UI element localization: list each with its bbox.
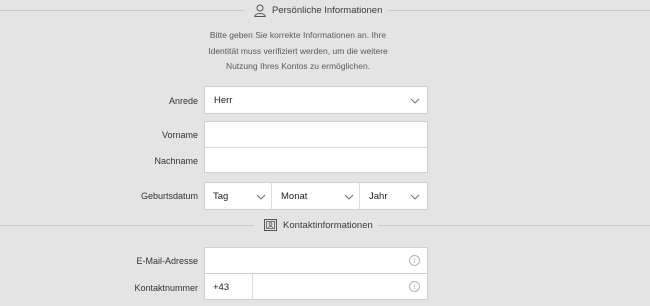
- birthdate-month-select[interactable]: Monat: [272, 183, 360, 209]
- email-field[interactable]: i: [204, 247, 428, 274]
- birthdate-group: Tag Monat Jahr: [204, 182, 428, 210]
- contact-card-icon: [264, 219, 277, 231]
- birthdate-day-select[interactable]: Tag: [205, 183, 272, 209]
- section-personal-header: Persönliche Informationen: [0, 0, 650, 20]
- birthdate-year-value: Jahr: [369, 191, 388, 202]
- phone-field-group: +43 i: [204, 273, 428, 300]
- intro-line-1: Bitte geben Sie korrekte Informationen a…: [209, 30, 387, 40]
- phone-number-field[interactable]: [253, 274, 427, 299]
- birthdate-label: Geburtsdatum: [140, 191, 198, 201]
- person-icon: [254, 4, 266, 17]
- first-name-field[interactable]: [205, 122, 427, 147]
- intro-line-2: Identität muss verifiziert werden, um di…: [208, 45, 388, 56]
- chevron-down-icon: [410, 194, 420, 200]
- name-field-group: [204, 121, 428, 173]
- chevron-down-icon: [256, 194, 266, 200]
- last-name-field[interactable]: [205, 148, 427, 172]
- intro-line-3: Nutzung Ihres Kontos zu ermöglichen.: [225, 61, 371, 71]
- birthdate-day-value: Tag: [213, 191, 229, 202]
- salutation-select[interactable]: Herr: [204, 86, 428, 114]
- birthdate-year-select[interactable]: Jahr: [360, 183, 427, 209]
- section-personal-title: Persönliche Informationen: [272, 4, 383, 16]
- first-name-label: Vorname: [161, 130, 198, 140]
- section-contact-header: Kontaktinformationen: [0, 215, 650, 235]
- chevron-down-icon: [344, 194, 354, 200]
- country-code-field[interactable]: +43: [205, 274, 253, 299]
- last-name-label: Nachname: [154, 156, 198, 166]
- chevron-down-icon: [410, 98, 420, 104]
- email-label: E-Mail-Adresse: [136, 256, 198, 266]
- birthdate-month-value: Monat: [281, 191, 308, 202]
- info-icon[interactable]: i: [409, 281, 420, 292]
- country-code-value: +43: [213, 282, 230, 293]
- section-contact-title: Kontaktinformationen: [283, 219, 373, 231]
- info-icon[interactable]: i: [409, 255, 420, 266]
- phone-label: Kontaktnummer: [134, 283, 198, 293]
- salutation-label: Anrede: [168, 96, 198, 106]
- intro-text: Bitte geben Sie korrekte Informationen a…: [200, 28, 396, 75]
- salutation-value: Herr: [214, 95, 233, 106]
